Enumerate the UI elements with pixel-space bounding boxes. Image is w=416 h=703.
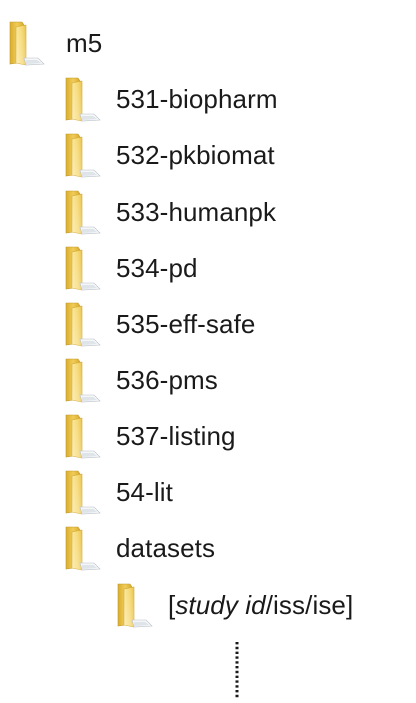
label-study-id-italic: study id [175,590,266,620]
node-label: 535-eff-safe [116,309,256,339]
continuation-dots [235,642,239,698]
folder-icon [60,243,116,293]
node-label: 531-biopharm [116,84,278,114]
tree-node-533-humanpk[interactable]: 533-humanpk [60,187,276,237]
tree-node-537-listing[interactable]: 537-listing [60,411,236,461]
node-label: 54-lit [116,477,173,507]
folder-icon [60,411,116,461]
node-label: m5 [66,28,103,58]
folder-icon [60,187,116,237]
tree-node-study-id[interactable]: [study id/iss/ise] [112,580,353,630]
folder-icon [60,74,116,124]
tree-node-532-pkbiomat[interactable]: 532-pkbiomat [60,130,275,180]
folder-icon [60,299,116,349]
node-label: 533-humanpk [116,197,277,227]
node-label: datasets [116,533,216,563]
folder-icon [60,523,116,573]
tree-node-534-pd[interactable]: 534-pd [60,243,198,293]
node-label: 534-pd [116,253,198,283]
folder-icon [112,580,168,630]
tree-node-m5[interactable]: m5 [4,18,102,68]
node-label: 536-pms [116,365,218,395]
folder-icon [60,467,116,517]
node-label-study-id: [study id/iss/ise] [168,590,353,620]
tree-node-datasets[interactable]: datasets [60,523,215,573]
node-label: 532-pkbiomat [116,140,275,170]
tree-node-535-eff-safe[interactable]: 535-eff-safe [60,299,255,349]
folder-icon [4,18,60,68]
folder-icon [60,130,116,180]
node-label: 537-listing [116,421,236,451]
folder-tree: m5 531-biopharm 532-pkbiomat 533-humanpk… [0,0,416,703]
folder-icon [60,355,116,405]
tree-node-536-pms[interactable]: 536-pms [60,355,218,405]
tree-node-531-biopharm[interactable]: 531-biopharm [60,74,278,124]
label-iss-ise: /iss/ise] [265,590,354,620]
tree-node-54-lit[interactable]: 54-lit [60,467,173,517]
